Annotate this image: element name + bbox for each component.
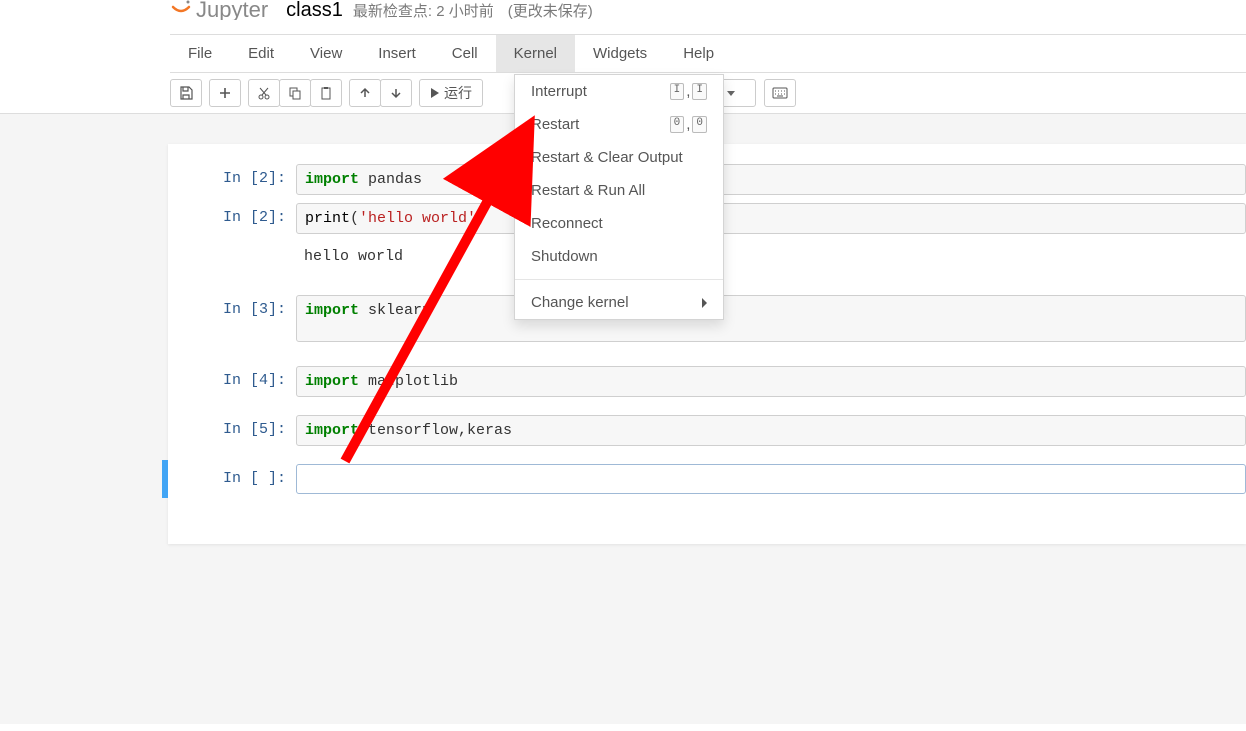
plus-icon	[219, 87, 231, 99]
checkpoint-status: 最新检查点: 2 小时前	[353, 0, 494, 20]
output-prompt	[168, 242, 296, 248]
chevron-right-icon	[702, 298, 707, 308]
copy-button[interactable]	[279, 79, 311, 107]
kernel-restart-clear-label: Restart & Clear Output	[531, 149, 683, 166]
kernel-change[interactable]: Change kernel	[515, 286, 723, 319]
dropdown-separator	[515, 279, 723, 280]
arrow-down-icon	[390, 87, 402, 99]
kernel-change-label: Change kernel	[531, 294, 629, 311]
kernel-dropdown: Interrupt I,I Restart 0,0 Restart & Clea…	[514, 74, 724, 320]
menu-help[interactable]: Help	[665, 35, 732, 72]
kernel-restart-clear[interactable]: Restart & Clear Output	[515, 141, 723, 174]
menu-insert[interactable]: Insert	[360, 35, 434, 72]
kernel-reconnect-label: Reconnect	[531, 215, 603, 232]
kernel-reconnect[interactable]: Reconnect	[515, 207, 723, 240]
jupyter-logo[interactable]: Jupyter	[170, 0, 268, 20]
input-prompt: In [ ]:	[168, 464, 296, 487]
input-prompt: In [5]:	[168, 415, 296, 438]
kernel-restart-run-label: Restart & Run All	[531, 182, 645, 199]
interrupt-shortcut: I,I	[670, 83, 707, 100]
kernel-restart-run[interactable]: Restart & Run All	[515, 174, 723, 207]
code-input[interactable]: print('hello world')	[296, 203, 1246, 234]
copy-icon	[288, 86, 302, 100]
code-cell[interactable]: In [5]: import tensorflow,keras	[168, 411, 1246, 450]
keyboard-icon	[772, 87, 788, 99]
input-prompt: In [2]:	[168, 164, 296, 187]
paste-icon	[319, 86, 333, 100]
run-button[interactable]: 运行	[419, 79, 483, 107]
code-input[interactable]: import matplotlib	[296, 366, 1246, 397]
kernel-interrupt-label: Interrupt	[531, 83, 587, 100]
unsaved-status: (更改未保存)	[508, 0, 593, 20]
kernel-shutdown[interactable]: Shutdown	[515, 240, 723, 273]
play-icon	[430, 87, 440, 99]
restart-shortcut: 0,0	[670, 116, 707, 133]
move-up-button[interactable]	[349, 79, 381, 107]
menu-kernel[interactable]: Kernel	[496, 35, 575, 72]
save-icon	[179, 86, 193, 100]
chevron-down-icon	[727, 91, 735, 96]
logo-text: Jupyter	[196, 0, 268, 20]
kernel-restart-label: Restart	[531, 116, 579, 133]
code-input[interactable]	[296, 464, 1246, 494]
menu-widgets[interactable]: Widgets	[575, 35, 665, 72]
menu-view[interactable]: View	[292, 35, 360, 72]
menubar: File Edit View Insert Cell Kernel Widget…	[170, 34, 1246, 73]
paste-button[interactable]	[310, 79, 342, 107]
menu-edit[interactable]: Edit	[230, 35, 292, 72]
cut-button[interactable]	[248, 79, 280, 107]
run-label: 运行	[444, 83, 472, 103]
code-input[interactable]: import sklearn	[296, 295, 1246, 342]
command-palette-button[interactable]	[764, 79, 796, 107]
kernel-restart[interactable]: Restart 0,0	[515, 108, 723, 141]
code-cell[interactable]: In [4]: import matplotlib	[168, 362, 1246, 401]
cell-output: hello world	[296, 242, 1246, 271]
menu-file[interactable]: File	[170, 35, 230, 72]
kernel-shutdown-label: Shutdown	[531, 248, 598, 265]
cut-icon	[257, 86, 271, 100]
move-down-button[interactable]	[380, 79, 412, 107]
add-cell-button[interactable]	[209, 79, 241, 107]
menu-cell[interactable]: Cell	[434, 35, 496, 72]
save-button[interactable]	[170, 79, 202, 107]
code-input[interactable]: import pandas	[296, 164, 1246, 195]
code-cell-selected[interactable]: In [ ]:	[162, 460, 1246, 498]
input-prompt: In [4]:	[168, 366, 296, 389]
notebook-title[interactable]: class1	[286, 0, 343, 20]
kernel-interrupt[interactable]: Interrupt I,I	[515, 75, 723, 108]
input-prompt: In [3]:	[168, 295, 296, 318]
input-prompt: In [2]:	[168, 203, 296, 226]
code-input[interactable]: import tensorflow,keras	[296, 415, 1246, 446]
arrow-up-icon	[359, 87, 371, 99]
logo-icon	[170, 0, 192, 20]
